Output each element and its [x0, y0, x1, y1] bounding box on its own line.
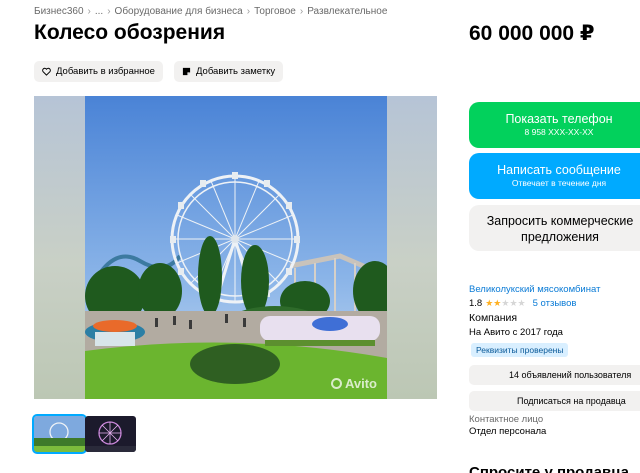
response-time-label: Отвечает в течение дня [511, 178, 607, 188]
write-message-label: Написать сообщение [497, 163, 621, 177]
seller-since: На Авито с 2017 года [469, 327, 563, 338]
page-title: Колесо обозрения [34, 21, 226, 44]
rating-value: 1.8 [469, 298, 483, 309]
user-listings-label: 14 объявлений пользователя [509, 370, 632, 380]
write-message-button[interactable]: Написать сообщение Отвечает в течение дн… [469, 153, 640, 199]
photo-gallery[interactable]: Avito [34, 96, 437, 399]
breadcrumb-item-entertainment[interactable]: Развлекательное [307, 6, 387, 17]
request-offers-label: Запросить коммерческие предложения [486, 214, 634, 244]
add-note-button[interactable]: Добавить заметку [174, 61, 284, 82]
breadcrumb-item-collapsed[interactable]: ... [95, 6, 103, 17]
breadcrumb-separator: › [299, 6, 304, 17]
avito-watermark: Avito [330, 376, 377, 391]
gallery-blur-left [34, 96, 85, 399]
add-note-label: Добавить заметку [196, 66, 276, 77]
seller-rating: 1.8 ★★★★★ 5 отзывов [469, 298, 576, 309]
breadcrumb: Бизнес360 › ... › Оборудование для бизне… [34, 6, 387, 17]
ask-seller-heading: Спросите у продавца [469, 464, 629, 473]
request-offers-button[interactable]: Запросить коммерческие предложения [469, 205, 640, 251]
price: 60 000 000 ₽ [469, 22, 595, 45]
star-empty-icon: ★ [509, 298, 518, 308]
reviews-link[interactable]: 5 отзывов [533, 298, 577, 309]
star-empty-icon: ★ [517, 298, 526, 308]
thumbnail-2[interactable] [85, 416, 136, 452]
add-to-favorites-label: Добавить в избранное [56, 66, 155, 77]
show-phone-label: Показать телефон [505, 112, 613, 126]
seller-name-link[interactable]: Великолукский мясокомбинат [469, 284, 600, 295]
breadcrumb-separator: › [246, 6, 251, 17]
seller-type: Компания [469, 312, 518, 324]
show-phone-button[interactable]: Показать телефон 8 958 XXX-XX-XX [469, 102, 640, 148]
add-to-favorites-button[interactable]: Добавить в избранное [34, 61, 163, 82]
contact-person-name: Отдел персонала [469, 426, 547, 437]
contact-person-label: Контактное лицо [469, 414, 544, 425]
rating-stars: ★★★★★ [485, 298, 525, 309]
breadcrumb-item-business360[interactable]: Бизнес360 [34, 6, 84, 17]
phone-number-masked: 8 958 XXX-XX-XX [524, 127, 594, 137]
watermark-text: Avito [344, 376, 377, 391]
verified-badge: Реквизиты проверены [471, 343, 569, 357]
note-icon [182, 67, 191, 76]
main-photo[interactable]: Avito [85, 96, 387, 399]
breadcrumb-separator: › [87, 6, 91, 17]
heart-icon [42, 67, 51, 76]
breadcrumb-separator: › [107, 6, 111, 17]
thumbnail-1[interactable] [32, 414, 87, 454]
gallery-blur-right [387, 96, 437, 399]
avito-logo-icon [330, 378, 342, 389]
breadcrumb-item-trade[interactable]: Торговое [254, 6, 296, 17]
subscribe-seller-label: Подписаться на продавца [517, 396, 626, 406]
subscribe-seller-button[interactable]: Подписаться на продавца [469, 391, 640, 411]
user-listings-button[interactable]: 14 объявлений пользователя [469, 365, 640, 385]
breadcrumb-item-equipment[interactable]: Оборудование для бизнеса [115, 6, 243, 17]
